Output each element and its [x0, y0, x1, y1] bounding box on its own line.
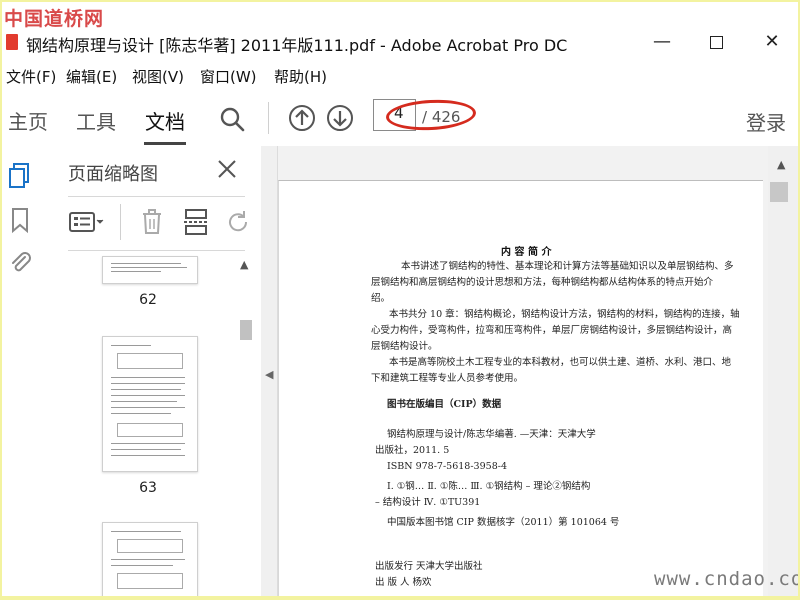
toolbar-separator: [268, 102, 269, 134]
active-tab-indicator: [144, 142, 186, 145]
document-scrollbar[interactable]: ▲: [768, 146, 798, 596]
search-icon[interactable]: [219, 106, 245, 132]
doc-paragraph-line: 层钢结构设计。: [371, 341, 438, 352]
chevron-left-icon[interactable]: ◀: [265, 368, 273, 381]
page-thumbnail-62[interactable]: [102, 256, 198, 284]
menu-file[interactable]: 文件(F): [6, 66, 56, 87]
menu-bar: 文件(F) 编辑(E) 视图(V) 窗口(W) 帮助(H): [2, 62, 798, 88]
chevron-up-icon[interactable]: ▲: [240, 258, 248, 271]
doc-paragraph-line: 绍。: [371, 293, 391, 304]
tab-tools[interactable]: 工具: [76, 106, 116, 135]
doc-cip-line: 钢结构原理与设计/陈志华编著. —天津：天津大学: [387, 429, 596, 440]
menu-edit[interactable]: 编辑(E): [66, 66, 117, 87]
acrobat-pdf-icon: [6, 34, 18, 50]
title-bar: 中国道桥网 钢结构原理与设计 [陈志华著] 2011年版111.pdf - Ad…: [2, 2, 798, 58]
thumbnail-options-menu-icon[interactable]: [68, 208, 106, 236]
page-thumbnail-63[interactable]: [102, 336, 198, 472]
maximize-icon: [709, 35, 723, 49]
thumbnails-panel: 页面缩略图 62 63 ▲: [48, 146, 262, 596]
panel-divider: [68, 196, 245, 197]
doc-cip-line: 中国版本图书馆 CIP 数据核字（2011）第 101064 号: [387, 517, 620, 528]
rotate-page-icon[interactable]: [224, 208, 252, 236]
menu-window[interactable]: 窗口(W): [200, 66, 257, 87]
page-thumbnails-icon[interactable]: [8, 162, 32, 190]
thumbnail-page-label: 63: [139, 480, 157, 496]
thumbnail-tools: [68, 204, 248, 240]
menu-help[interactable]: 帮助(H): [274, 66, 327, 87]
doc-cip-line: Ⅰ. ①钢… Ⅱ. ①陈… Ⅲ. ①钢结构 – 理论②钢结构: [387, 481, 591, 492]
doc-cip-line: 出版社，2011. 5: [375, 445, 450, 456]
doc-cip-title: 图书在版编目（CIP）数据: [387, 399, 502, 410]
document-view: 内 容 简 介 本书讲述了钢结构的特性、基本理论和计算方法等基础知识以及单层钢结…: [278, 146, 768, 596]
app-window: 中国道桥网 钢结构原理与设计 [陈志华著] 2011年版111.pdf - Ad…: [2, 2, 798, 596]
doc-paragraph-line: 本书是高等院校土木工程专业的本科教材，也可以供土建、道桥、水利、港口、地: [389, 357, 732, 368]
menu-view[interactable]: 视图(V): [132, 66, 184, 87]
doc-paragraph-line: 本书共分 10 章：钢结构概论，钢结构设计方法，钢结构的材料，钢结构的连接，轴: [389, 309, 740, 320]
doc-paragraph-line: 本书讲述了钢结构的特性、基本理论和计算方法等基础知识以及单层钢结构、多: [401, 261, 734, 272]
doc-paragraph-line: 层钢结构和高层钢结构的设计思想和方法，每种钢结构都从结构体系的特点开始介: [371, 277, 714, 288]
delete-page-icon[interactable]: [138, 208, 166, 236]
thumbnails-scroll-thumb[interactable]: [240, 320, 252, 340]
panel-divider-lower: [68, 250, 245, 251]
doc-publisher-line: 出版发行 天津大学出版社: [375, 561, 483, 572]
document-scroll-thumb[interactable]: [770, 182, 788, 202]
tab-document[interactable]: 文档: [145, 106, 185, 135]
bookmark-icon[interactable]: [8, 206, 32, 234]
thumbnails-scrollbar[interactable]: ▲: [238, 258, 252, 596]
extract-pages-icon[interactable]: [182, 208, 210, 236]
panel-collapse-handle[interactable]: ◀: [261, 146, 278, 596]
watermark-logo-top: 中国道桥网: [4, 8, 105, 30]
chevron-up-icon[interactable]: ▲: [777, 158, 785, 171]
doc-paragraph-line: 下和建筑工程等专业人员参考使用。: [371, 373, 524, 384]
doc-paragraph-line: 心受力构件，受弯构件，拉弯和压弯构件，单层厂房钢结构设计，多层钢结构设计，高: [371, 325, 733, 336]
tools-separator: [120, 204, 121, 240]
next-page-icon[interactable]: [326, 104, 354, 132]
minimize-button[interactable]: —: [642, 30, 682, 54]
attachment-icon[interactable]: [8, 248, 32, 276]
document-page: 内 容 简 介 本书讲述了钢结构的特性、基本理论和计算方法等基础知识以及单层钢结…: [278, 180, 763, 596]
doc-publisher-line: 出 版 人 杨欢: [375, 577, 432, 588]
window-title: 钢结构原理与设计 [陈志华著] 2011年版111.pdf - Adobe Ac…: [26, 36, 568, 55]
close-window-button[interactable]: ✕: [752, 30, 792, 54]
login-link[interactable]: 登录: [746, 107, 786, 136]
watermark-logo-bottom: www.cndao.com: [654, 568, 798, 590]
maximize-button[interactable]: [696, 30, 736, 54]
close-icon[interactable]: [216, 158, 238, 180]
page-thumbnail-64[interactable]: [102, 522, 198, 596]
thumbnails-panel-title: 页面缩略图: [68, 164, 158, 185]
tab-home[interactable]: 主页: [8, 106, 48, 135]
thumbnail-page-label: 62: [139, 292, 157, 308]
doc-cip-line: ISBN 978-7-5618-3958-4: [387, 461, 507, 472]
doc-heading: 内 容 简 介: [501, 247, 552, 258]
navigation-rail: [2, 146, 49, 596]
doc-cip-line: – 结构设计 Ⅳ. ①TU391: [375, 497, 481, 508]
previous-page-icon[interactable]: [288, 104, 316, 132]
